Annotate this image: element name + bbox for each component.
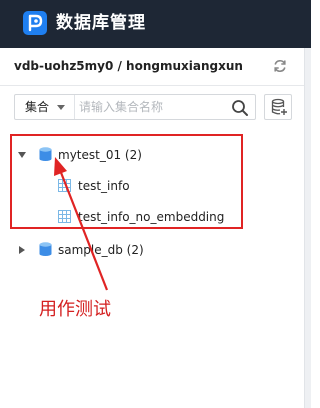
annotation-arrow: [54, 157, 109, 291]
annotation-text: 用作测试: [39, 299, 111, 320]
